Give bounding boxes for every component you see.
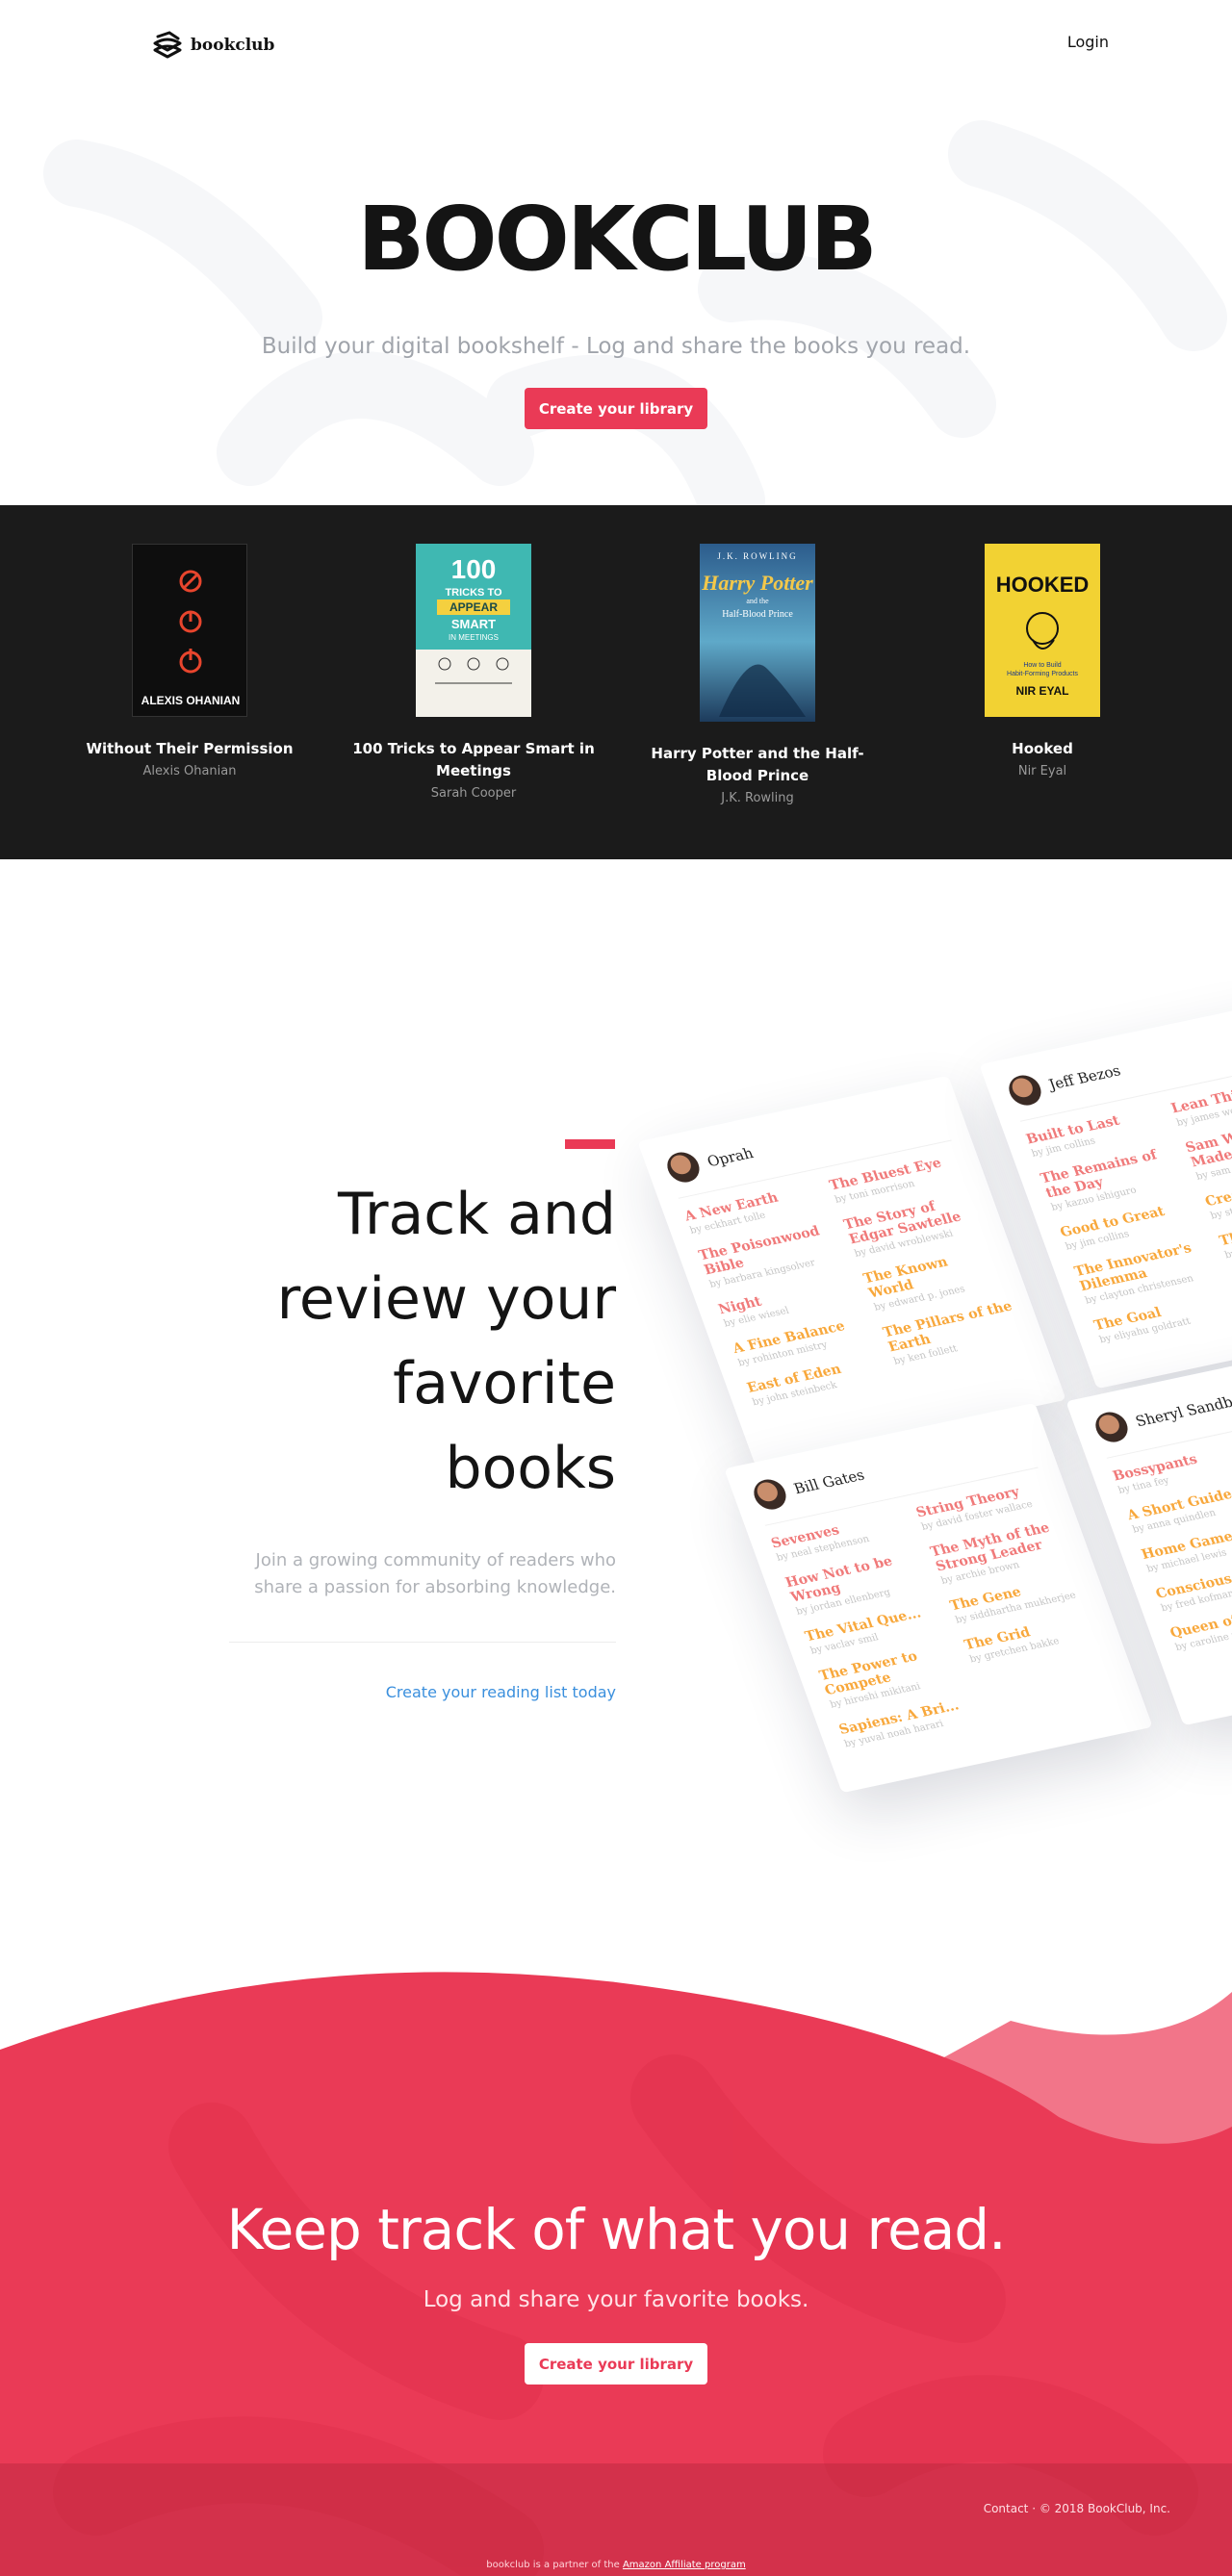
card-owner: Bill Gates [791, 1466, 867, 1498]
svg-text:NIR EYAL: NIR EYAL [1016, 684, 1069, 698]
feature-section: Track and review your favorite books Joi… [0, 859, 1232, 1966]
affiliate-text: bookclub is a partner of the [486, 2560, 623, 2570]
svg-text:How to Build: How to Build [1023, 662, 1061, 669]
book-card[interactable]: 100 TRICKS TO APPEAR SMART IN MEETINGS 1… [348, 544, 599, 801]
hero-title: BOOKCLUB [357, 188, 877, 291]
avatar [1091, 1409, 1133, 1445]
footer-affiliate: bookclub is a partner of the Amazon Affi… [0, 2560, 1232, 2570]
svg-text:APPEAR: APPEAR [449, 600, 498, 614]
book-cover: J.K. ROWLING Harry Potter and the Half-B… [700, 544, 815, 722]
svg-text:100: 100 [451, 554, 497, 584]
feature-subtitle: Join a growing community of readers who … [254, 1550, 616, 1597]
feature-title: Track and review your favorite books [276, 1181, 616, 1502]
hero-subtitle: Build your digital bookshelf - Log and s… [261, 334, 971, 359]
book-cover: ALEXIS OHANIAN [132, 544, 247, 717]
books-stack-icon [153, 31, 182, 59]
card-owner: Oprah [705, 1144, 757, 1171]
avatar [1004, 1072, 1046, 1109]
book-cover: 100 TRICKS TO APPEAR SMART IN MEETINGS [416, 544, 531, 717]
svg-text:Harry Potter: Harry Potter [701, 571, 813, 595]
book-title: 100 Tricks to Appear Smart in Meetings [352, 740, 595, 779]
book-author: Alexis Ohanian [142, 764, 237, 778]
book-card[interactable]: HOOKED How to Build Habit-Forming Produc… [917, 544, 1168, 778]
reading-list-card: Oprah A New Earth by eckhart tolle The Po… [637, 1075, 1066, 1467]
divider [229, 1642, 616, 1643]
cover-illustration: 100 TRICKS TO APPEAR SMART IN MEETINGS [416, 554, 531, 717]
footer: Contact · © 2018 BookClub, Inc. bookclub… [0, 2463, 1232, 2576]
book-title: Harry Potter and the Half-Blood Prince [651, 745, 864, 784]
svg-text:TRICKS TO: TRICKS TO [445, 587, 502, 599]
svg-text:and the: and the [746, 597, 769, 605]
svg-text:J.K. ROWLING: J.K. ROWLING [717, 551, 797, 561]
create-library-button[interactable]: Create your library [525, 388, 707, 429]
cover-illustration: HOOKED How to Build Habit-Forming Produc… [996, 573, 1090, 698]
book-title: Without Their Permission [86, 740, 294, 757]
amazon-affiliate-link[interactable]: Amazon Affiliate program [623, 2560, 746, 2570]
create-reading-list-link[interactable]: Create your reading list today [212, 1683, 616, 1701]
cover-illustration: J.K. ROWLING Harry Potter and the Half-B… [701, 551, 813, 717]
card-owner: Jeff Bezos [1046, 1061, 1123, 1094]
svg-text:IN MEETINGS: IN MEETINGS [449, 633, 499, 642]
book-cover: HOOKED How to Build Habit-Forming Produc… [985, 544, 1100, 717]
book-card[interactable]: ALEXIS OHANIAN Without Their Permission … [64, 544, 315, 778]
svg-text:SMART: SMART [451, 617, 496, 631]
cta-subtitle: Log and share your favorite books. [423, 2287, 809, 2312]
svg-text:Habit-Forming Products: Habit-Forming Products [1007, 671, 1078, 677]
book-author: Nir Eyal [1017, 764, 1067, 778]
avatar [662, 1149, 705, 1186]
create-library-button-footer[interactable]: Create your library [525, 2343, 707, 2385]
top-nav: bookclub Login [0, 0, 1232, 87]
avatar [749, 1476, 791, 1513]
power-symbols-icon: ALEXIS OHANIAN [141, 570, 241, 707]
card-col-left: Bossypantsby tina fey A Short Guide to a… [1111, 1451, 1232, 1653]
cover-author-text: ALEXIS OHANIAN [141, 694, 241, 707]
book-author: J.K. Rowling [721, 791, 794, 805]
book-title: Hooked [1012, 740, 1073, 757]
brand-name: bookclub [191, 36, 275, 55]
book-author: Sarah Cooper [430, 786, 517, 801]
footer-contact[interactable]: Contact · © 2018 BookClub, Inc. [984, 2502, 1170, 2515]
featured-books: ALEXIS OHANIAN Without Their Permission … [0, 505, 1232, 859]
svg-text:HOOKED: HOOKED [996, 573, 1090, 597]
cta-title: Keep track of what you read. [226, 2197, 1006, 2262]
svg-text:Half-Blood Prince: Half-Blood Prince [722, 609, 793, 620]
accent-bar [565, 1139, 615, 1149]
brand-logo[interactable]: bookclub [152, 31, 274, 60]
card-owner: Sheryl Sandberg [1133, 1388, 1232, 1431]
book-card[interactable]: J.K. ROWLING Harry Potter and the Half-B… [632, 544, 883, 805]
login-link[interactable]: Login [1067, 33, 1109, 51]
reading-list-preview: Oprah A New Earth by eckhart tolle The Po… [637, 998, 1232, 1794]
